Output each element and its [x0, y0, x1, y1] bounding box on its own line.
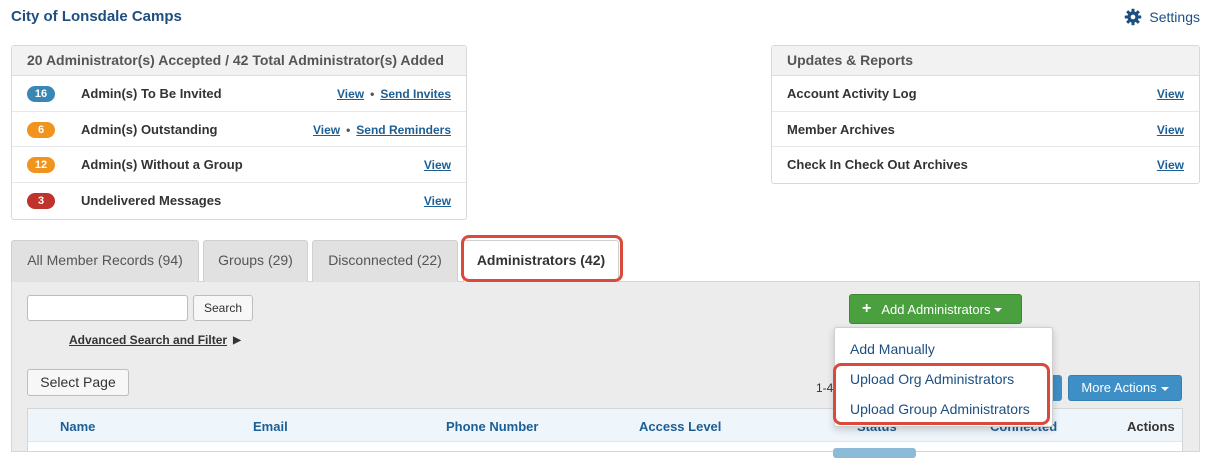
report-row-activity-log: Account Activity Log View	[772, 76, 1199, 112]
summary-row-undelivered: 3 Undelivered Messages View	[12, 183, 466, 219]
view-link[interactable]: View	[337, 87, 364, 101]
triangle-right-icon: ▶	[233, 334, 241, 346]
column-header-name[interactable]: Name	[60, 419, 95, 434]
summary-row-label: Admin(s) Without a Group	[81, 157, 243, 172]
admin-summary-title: 20 Administrator(s) Accepted / 42 Total …	[12, 46, 466, 76]
updates-reports-panel: Updates & Reports Account Activity Log V…	[771, 45, 1200, 184]
view-link[interactable]: View	[1157, 87, 1184, 101]
summary-row-outstanding: 6 Admin(s) Outstanding View • Send Reminde…	[12, 112, 466, 147]
org-title: City of Lonsdale Camps	[11, 8, 182, 25]
updates-reports-title: Updates & Reports	[772, 46, 1199, 76]
send-invites-link[interactable]: Send Invites	[380, 87, 451, 101]
view-link[interactable]: View	[1157, 158, 1184, 172]
view-link[interactable]: View	[424, 158, 451, 172]
view-link[interactable]: View	[1157, 123, 1184, 137]
search-button[interactable]: Search	[193, 295, 253, 321]
view-link[interactable]: View	[313, 123, 340, 137]
separator-dot: •	[370, 87, 375, 101]
menu-item-add-manually[interactable]: Add Manually	[850, 341, 935, 357]
caret-down-icon	[994, 308, 1003, 313]
tab-all-member-records[interactable]: All Member Records (94)	[11, 240, 199, 282]
gear-icon	[1125, 8, 1142, 26]
settings-link[interactable]: Settings	[1124, 8, 1200, 26]
count-badge: 6	[27, 121, 55, 138]
status-chip	[833, 448, 916, 458]
plus-icon: +	[862, 300, 872, 317]
count-badge: 12	[27, 157, 55, 173]
advanced-search-label: Advanced Search and Filter	[69, 333, 228, 347]
report-row-checkin-archives: Check In Check Out Archives View	[772, 147, 1199, 183]
caret-down-icon	[1160, 386, 1169, 391]
tab-disconnected[interactable]: Disconnected (22)	[312, 240, 458, 282]
summary-row-without-group: 12 Admin(s) Without a Group View	[12, 147, 466, 183]
column-header-actions: Actions	[1127, 419, 1175, 434]
summary-row-label: Undelivered Messages	[81, 192, 222, 208]
add-administrators-button[interactable]: + Add Administrators	[849, 294, 1022, 324]
report-row-label: Member Archives	[787, 121, 895, 137]
count-badge: 16	[27, 86, 55, 102]
advanced-search-link[interactable]: Advanced Search and Filter ▶	[69, 333, 241, 347]
menu-highlight-outline	[833, 363, 1050, 425]
select-page-button[interactable]: Select Page	[27, 369, 129, 396]
report-row-label: Check In Check Out Archives	[787, 157, 968, 172]
pagination-range: 1-4	[816, 381, 834, 395]
count-badge: 3	[27, 192, 55, 209]
view-link[interactable]: View	[424, 194, 451, 208]
admin-summary-panel: 20 Administrator(s) Accepted / 42 Total …	[11, 45, 467, 220]
add-administrators-label: Add Administrators	[881, 302, 1003, 317]
report-row-label: Account Activity Log	[787, 86, 917, 101]
search-input[interactable]	[27, 295, 188, 321]
summary-row-label: Admin(s) Outstanding	[81, 121, 218, 137]
summary-row-label: Admin(s) To Be Invited	[81, 86, 222, 101]
send-reminders-link[interactable]: Send Reminders	[356, 123, 451, 137]
separator-dot: •	[346, 122, 351, 137]
more-actions-label: More Actions	[1081, 380, 1157, 395]
tab-highlight-outline	[461, 235, 623, 282]
column-header-access-level[interactable]: Access Level	[639, 419, 721, 434]
column-header-phone[interactable]: Phone Number	[446, 419, 538, 434]
settings-label: Settings	[1149, 9, 1200, 25]
column-header-email[interactable]: Email	[253, 419, 288, 434]
summary-row-to-be-invited: 16 Admin(s) To Be Invited View • Send Invi…	[12, 76, 466, 112]
tab-groups[interactable]: Groups (29)	[203, 240, 308, 282]
more-actions-button[interactable]: More Actions	[1068, 375, 1182, 401]
report-row-member-archives: Member Archives View	[772, 112, 1199, 147]
